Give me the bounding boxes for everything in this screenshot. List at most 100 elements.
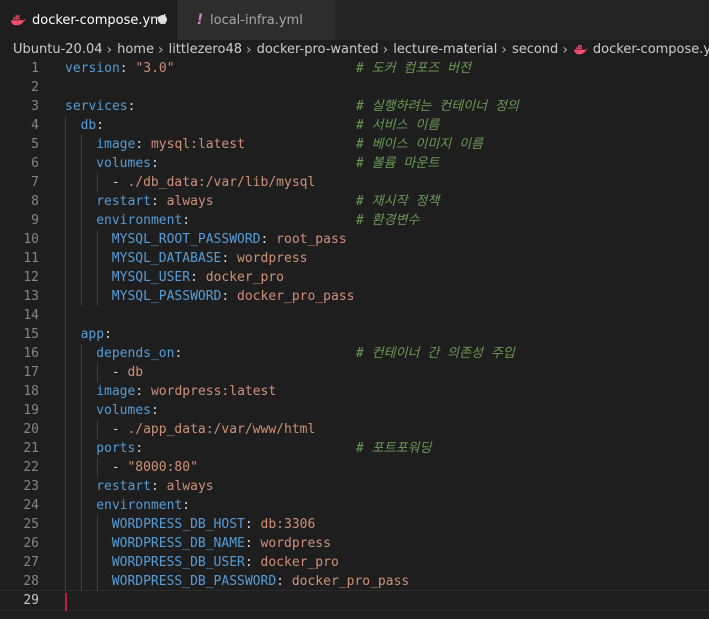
chevron-right-icon: › [106,41,113,58]
yaml-value: db:3306 [260,517,316,532]
code-content: image: mysql:latest [96,137,245,152]
code-content: restart: always [96,194,214,209]
code-line[interactable]: 15 app: [0,325,709,344]
code-line[interactable]: 23 restart: always [0,477,709,496]
code-editor[interactable]: 29 28 WORDPRESS_DB_PASSWORD: docker_pro_pa… [0,59,709,619]
code-content: WORDPRESS_DB_USER: docker_pro [111,555,339,570]
code-line[interactable]: 1 version: "3.0" # 도커 컴포즈 버전 [0,59,709,78]
yaml-value: wordpress [260,536,331,551]
yaml-key: restart [96,194,151,209]
line-number: 9 [31,213,39,228]
code-line[interactable]: 9 environment: # 환경변수 [0,211,709,230]
code-content: WORDPRESS_DB_NAME: wordpress [111,536,331,551]
code-line[interactable]: 28 WORDPRESS_DB_PASSWORD: docker_pro_pass [0,572,709,591]
breadcrumb-item[interactable]: littlezero48 [169,42,242,57]
line-number: 25 [23,517,39,532]
line-number: 8 [31,194,39,209]
code-line[interactable]: 18 image: wordpress:latest [0,382,709,401]
breadcrumb-item[interactable]: second [512,42,558,57]
code-line[interactable]: 29 [0,590,709,611]
code-line[interactable]: 11 MYSQL_DATABASE: wordpress [0,249,709,268]
yaml-comment: # 실행하려는 컨테이너 정의 [356,99,519,114]
indent-guide [97,458,98,477]
code-content: MYSQL_PASSWORD: docker_pro_pass [111,289,355,304]
code-line[interactable]: 27 WORDPRESS_DB_USER: docker_pro [0,553,709,572]
yaml-comment: # 베이스 이미지 이름 [356,137,483,152]
indent-guide [81,135,82,306]
tab-local-infra[interactable]: ! local-infra.yml [178,0,335,40]
indent-guide [97,230,98,306]
chevron-right-icon: › [562,41,568,58]
yaml-key: MYSQL_DATABASE [111,251,222,266]
yaml-key: WORDPRESS_DB_PASSWORD [111,574,277,589]
code-line[interactable]: 24 environment: [0,496,709,515]
code-line[interactable]: 19 volumes: [0,401,709,420]
code-line[interactable]: 5 image: mysql:latest # 베이스 이미지 이름 [0,135,709,154]
yaml-comment: # 도커 컴포즈 버전 [356,61,472,76]
line-number: 11 [23,251,39,266]
code-line[interactable]: 12 MYSQL_USER: docker_pro [0,268,709,287]
line-number: 23 [23,479,39,494]
code-line[interactable]: 26 WORDPRESS_DB_NAME: wordpress [0,534,709,553]
code-line[interactable]: 16 depends_on: # 컨테이너 간 의존성 주입 [0,344,709,363]
yaml-value: wordpress:latest [150,384,277,399]
code-content: db: [80,118,105,133]
yaml-comment: # 재시작 정책 [356,194,440,209]
line-number: 15 [23,327,39,342]
code-line[interactable]: 14 [0,306,709,325]
code-line[interactable]: 20 - ./app_data:/var/www/html [0,420,709,439]
indent-guide [97,420,98,439]
line-number: 21 [23,441,39,456]
line-number: 20 [23,422,39,437]
tab-docker-compose[interactable]: docker-compose.yml [0,0,177,40]
breadcrumb-item[interactable]: Ubuntu-20.04 [13,42,103,57]
yaml-key: ports [96,441,136,456]
yaml-value: docker_pro [205,270,285,285]
indent-guide [97,515,98,591]
code-content: - ./db_data:/var/lib/mysql [111,175,316,190]
indent-guide [97,173,98,192]
yaml-value: docker_pro_pass [291,574,410,589]
yaml-comment: # 환경변수 [356,213,420,228]
yaml-comment: # 컨테이너 간 의존성 주입 [356,346,515,361]
line-number: 14 [23,308,39,323]
indent-guide [81,344,82,591]
code-line[interactable]: 8 restart: always # 재시작 정책 [0,192,709,211]
yaml-value: "8000:80" [127,460,198,475]
yaml-key: image [96,384,136,399]
code-content: WORDPRESS_DB_PASSWORD: docker_pro_pass [111,574,410,589]
chevron-right-icon: › [157,41,164,58]
code-line[interactable]: 17 - db [0,363,709,382]
code-line[interactable]: 3 services: # 실행하려는 컨테이너 정의 [0,97,709,116]
code-line[interactable]: 25 WORDPRESS_DB_HOST: db:3306 [0,515,709,534]
line-number: 5 [31,137,39,152]
exclamation-icon: ! [196,12,204,28]
line-number: 22 [23,460,39,475]
breadcrumb-item-file[interactable]: docker-compose.yml [573,42,709,57]
code-line[interactable]: 6 volumes: # 볼륨 마운트 [0,154,709,173]
line-number: 10 [23,232,39,247]
unsaved-dot-icon[interactable] [158,15,167,24]
code-line[interactable]: 2 [0,78,709,97]
yaml-comment: # 포트포워딩 [356,441,432,456]
tab-bar: docker-compose.yml ! local-infra.yml [0,0,709,40]
code-content: environment: [96,498,191,513]
yaml-value: "3.0" [135,61,175,76]
breadcrumb-item[interactable]: home [117,42,154,57]
yaml-value: mysql:latest [150,137,245,152]
line-number: 24 [23,498,39,513]
line-number: 12 [23,270,39,285]
code-line[interactable]: 21 ports: # 포트포워딩 [0,439,709,458]
breadcrumb-item[interactable]: docker-pro-wanted [257,42,379,57]
code-line[interactable]: 13 MYSQL_PASSWORD: docker_pro_pass [0,287,709,306]
yaml-key: WORDPRESS_DB_USER [111,555,245,570]
code-line[interactable]: 7 - ./db_data:/var/lib/mysql [0,173,709,192]
code-line[interactable]: 10 MYSQL_ROOT_PASSWORD: root_pass [0,230,709,249]
line-number: 6 [31,156,39,171]
yaml-key: restart [96,479,151,494]
breadcrumb-item[interactable]: lecture-material [393,42,497,57]
code-line[interactable]: 22 - "8000:80" [0,458,709,477]
yaml-value: db [127,365,144,380]
code-content: volumes: [96,403,159,418]
code-line[interactable]: 4 db: # 서비스 이름 [0,116,709,135]
